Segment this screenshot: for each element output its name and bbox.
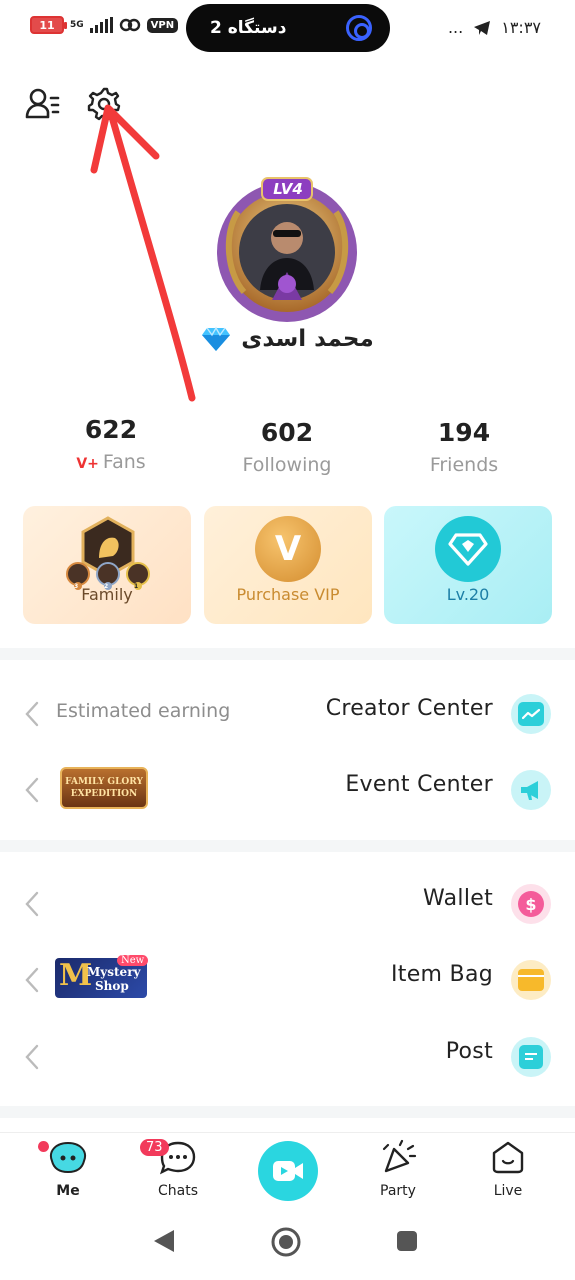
link-icon (119, 18, 140, 32)
back-icon[interactable] (152, 1228, 176, 1254)
section-divider (0, 1106, 575, 1118)
friends-label: Friends (429, 454, 499, 476)
chevron-left-icon (25, 777, 39, 803)
bottom-navigation: Me 73 Chats Party Live (0, 1132, 575, 1212)
diamond-icon (202, 326, 231, 351)
nav-me-label: Me (56, 1183, 80, 1199)
dynamic-island[interactable]: 2 دستگاه (186, 4, 390, 52)
chats-badge: 73 (140, 1139, 169, 1156)
wallet-coin-icon: $ (511, 884, 551, 924)
section-divider (0, 648, 575, 660)
following-label: Following (242, 454, 332, 476)
fans-label: Fans (102, 451, 146, 473)
nav-party-label: Party (380, 1183, 416, 1199)
friends-list-icon[interactable] (24, 86, 60, 122)
post-title: Post (445, 1039, 493, 1064)
telegram-icon (474, 20, 491, 35)
friends-count: 194 (437, 418, 491, 447)
post-row[interactable]: Post (0, 1017, 575, 1095)
status-bar: 11 5G VPN 2 دستگاه ... ۱۳:۳۷ (0, 0, 575, 56)
following-count: 602 (260, 418, 314, 447)
nav-chats-label: Chats (157, 1183, 198, 1199)
go-live-button[interactable] (258, 1141, 318, 1201)
avatar-frame[interactable]: LV4 (210, 172, 365, 324)
more-icon: ... (447, 18, 464, 37)
nav-live[interactable]: Live (468, 1139, 548, 1199)
profile-name-row: محمد اسدی (0, 326, 575, 352)
vplus-badge: V+ (76, 456, 99, 472)
mystery-shop-banner[interactable]: M Mystery Shop New (55, 955, 149, 998)
video-camera-icon (273, 1161, 303, 1181)
island-text: 2 دستگاه (210, 18, 287, 38)
battery-icon: 11 (30, 16, 67, 34)
signal-icon (89, 17, 113, 33)
post-icon (511, 1037, 551, 1077)
fans-count: 622 (84, 415, 138, 444)
event-banner[interactable]: FAMILY GLORY EXPEDITION (60, 767, 148, 809)
chevron-left-icon (25, 967, 39, 993)
live-home-icon (492, 1141, 524, 1174)
section-divider (0, 840, 575, 852)
level-card[interactable]: Lv.20 (384, 506, 552, 624)
home-icon[interactable] (270, 1226, 302, 1258)
me-icon (50, 1141, 86, 1174)
network-type: 5G (70, 19, 84, 30)
link-icon (346, 15, 372, 41)
vip-card[interactable]: V Purchase VIP (204, 506, 372, 624)
creator-center-title: Creator Center (325, 696, 493, 721)
nav-chats[interactable]: 73 Chats (138, 1139, 218, 1199)
event-center-row[interactable]: FAMILY GLORY EXPEDITION Event Center (0, 750, 575, 828)
nav-party[interactable]: Party (358, 1139, 438, 1199)
event-center-title: Event Center (345, 772, 493, 797)
recents-icon[interactable] (396, 1230, 418, 1252)
chevron-left-icon (25, 891, 39, 917)
party-popper-icon (382, 1139, 417, 1173)
chevron-left-icon (25, 1044, 39, 1070)
item-bag-row[interactable]: M Mystery Shop New Item Bag (0, 940, 575, 1018)
settings-gear-icon[interactable] (86, 86, 122, 122)
vpn-badge: VPN (146, 17, 179, 33)
level-diamond-icon (435, 516, 501, 582)
profile-name: محمد اسدی (241, 326, 374, 352)
event-banner-line1: FAMILY GLORY (65, 777, 143, 787)
wallet-title: Wallet (422, 886, 493, 911)
bag-icon (511, 960, 551, 1000)
stat-friends[interactable]: 194 Friends (389, 413, 539, 477)
megaphone-icon (511, 770, 551, 810)
family-label: Family (81, 585, 133, 604)
event-banner-line2: EXPEDITION (70, 789, 138, 799)
notification-dot (38, 1141, 49, 1152)
chevron-left-icon (25, 701, 39, 727)
level-label: Lv.20 (446, 585, 490, 604)
stat-following[interactable]: 602 Following (212, 413, 362, 477)
system-navigation-bar (0, 1212, 575, 1280)
nav-live-label: Live (493, 1183, 523, 1199)
estimated-earning-label: Estimated earning (56, 700, 231, 722)
family-crest-icon (66, 516, 150, 590)
mystery-shop-line2: Shop (95, 979, 129, 993)
level-badge: LV4 (273, 180, 303, 198)
wallet-row[interactable]: Wallet $ (0, 864, 575, 942)
creator-center-row[interactable]: Estimated earning Creator Center (0, 674, 575, 752)
vip-label: Purchase VIP (236, 585, 340, 604)
mystery-shop-line1: Mystery (87, 965, 141, 979)
vip-letter: V (274, 529, 302, 569)
new-badge: New (117, 955, 149, 966)
chart-icon (511, 694, 551, 734)
family-card[interactable]: 3 2 1 Family (23, 506, 191, 624)
clock: ۱۳:۳۷ (501, 18, 541, 37)
nav-me[interactable]: Me (28, 1139, 108, 1199)
battery-level: 11 (39, 18, 55, 32)
annotation-arrow (90, 104, 196, 402)
item-bag-title: Item Bag (390, 962, 493, 987)
vip-icon: V (255, 516, 321, 582)
stat-fans[interactable]: 622 V+ Fans (36, 410, 186, 476)
